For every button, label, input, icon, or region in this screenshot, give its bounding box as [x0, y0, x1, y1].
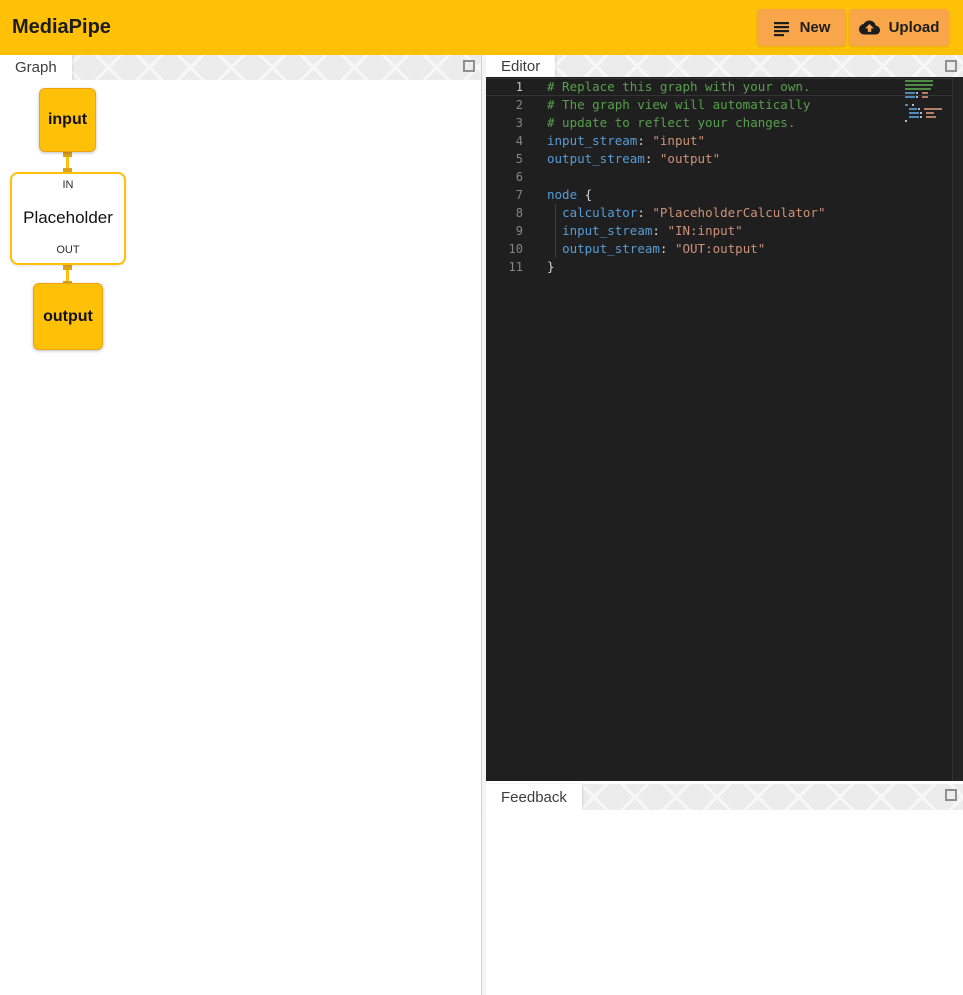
tab-graph[interactable]: Graph — [0, 55, 72, 80]
code-line[interactable]: 6 — [486, 168, 963, 186]
code-line[interactable]: 8 calculator: "PlaceholderCalculator" — [486, 204, 963, 222]
app-title: MediaPipe — [12, 0, 111, 55]
minimap[interactable] — [905, 80, 943, 124]
tab-feedback-label: Feedback — [501, 789, 567, 806]
new-list-icon — [773, 19, 791, 37]
tab-editor-label: Editor — [501, 58, 540, 75]
feedback-panel: Feedback — [486, 784, 963, 995]
placeholder-title: Placeholder — [23, 208, 113, 228]
upload-button-label: Upload — [889, 19, 940, 36]
graph-canvas[interactable]: input IN Placeholder OUT output — [0, 80, 481, 995]
indent-guide — [555, 204, 556, 258]
code-line[interactable]: 2# The graph view will automatically — [486, 96, 963, 114]
placeholder-out-label: OUT — [56, 244, 79, 256]
editor-maximize-icon[interactable] — [945, 60, 957, 72]
tab-feedback[interactable]: Feedback — [486, 784, 582, 810]
code-line[interactable]: 9 input_stream: "IN:input" — [486, 222, 963, 240]
graph-node-output[interactable]: output — [33, 283, 103, 350]
editor-tabbar: Editor — [486, 55, 963, 77]
graph-panel: Graph input IN Placeholder OUT output — [0, 55, 482, 995]
right-column: Editor 1# Replace this graph with your o… — [486, 55, 963, 995]
graph-node-output-label: output — [43, 308, 93, 326]
editor-scrollbar[interactable] — [952, 77, 963, 781]
code-editor[interactable]: 1# Replace this graph with your own.2# T… — [486, 77, 963, 781]
code-lines: 1# Replace this graph with your own.2# T… — [486, 78, 963, 276]
tab-graph-label: Graph — [15, 59, 57, 76]
new-button-label: New — [800, 19, 831, 36]
app-header: MediaPipe New Upload — [0, 0, 963, 55]
code-line[interactable]: 3# update to reflect your changes. — [486, 114, 963, 132]
graph-node-placeholder[interactable]: IN Placeholder OUT — [10, 172, 126, 265]
code-line[interactable]: 1# Replace this graph with your own. — [486, 78, 963, 96]
code-line[interactable]: 7node { — [486, 186, 963, 204]
feedback-maximize-icon[interactable] — [945, 789, 957, 801]
editor-panel: Editor 1# Replace this graph with your o… — [486, 55, 963, 781]
graph-node-input-label: input — [48, 111, 87, 129]
code-line[interactable]: 4input_stream: "input" — [486, 132, 963, 150]
cloud-upload-icon — [859, 20, 880, 35]
feedback-tabbar: Feedback — [486, 784, 963, 810]
graph-node-input[interactable]: input — [39, 88, 96, 152]
placeholder-in-label: IN — [63, 179, 74, 191]
new-button[interactable]: New — [757, 9, 846, 46]
tab-editor[interactable]: Editor — [486, 55, 555, 77]
feedback-content — [486, 810, 963, 995]
code-line[interactable]: 10 output_stream: "OUT:output" — [486, 240, 963, 258]
graph-maximize-icon[interactable] — [463, 60, 475, 72]
code-line[interactable]: 11} — [486, 258, 963, 276]
code-line[interactable]: 5output_stream: "output" — [486, 150, 963, 168]
upload-button[interactable]: Upload — [849, 9, 949, 46]
graph-tabbar: Graph — [0, 55, 481, 80]
